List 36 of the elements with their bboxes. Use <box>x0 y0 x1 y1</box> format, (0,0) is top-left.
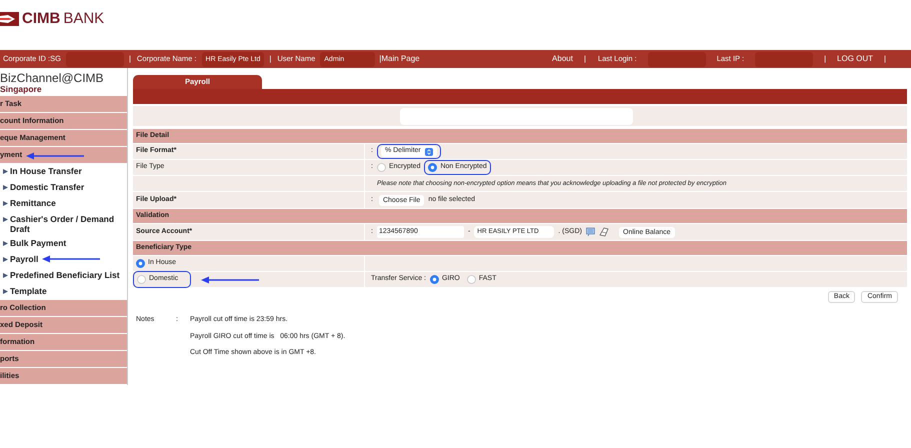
bullet-icon <box>3 185 8 190</box>
lookup-icon[interactable] <box>586 227 596 237</box>
bullet-icon <box>3 257 8 262</box>
dropdown-caret-icon <box>424 148 433 156</box>
eraser-icon[interactable] <box>599 227 610 237</box>
sidebar-subtitle: Singapore <box>0 84 43 94</box>
sidebar-link[interactable]: Bulk Payment <box>10 238 66 248</box>
redaction-bar <box>755 52 814 66</box>
radio-button[interactable] <box>137 275 146 284</box>
logo-suffix: BANK <box>63 8 104 29</box>
redaction-bar <box>648 52 706 66</box>
logo-icon <box>0 11 19 27</box>
sidebar-link[interactable]: Remittance <box>10 198 56 208</box>
redaction-bar <box>66 52 124 66</box>
radio-button[interactable] <box>136 259 145 268</box>
bullet-icon <box>3 289 8 294</box>
logo-brand: CIMB <box>22 8 60 29</box>
radio-button[interactable] <box>376 163 386 172</box>
sidebar-title: BizChannel@CIMB <box>0 72 105 84</box>
bullet-icon <box>3 169 8 174</box>
radio-button[interactable] <box>430 275 439 284</box>
radio-button[interactable] <box>428 163 438 172</box>
bullet-icon <box>3 201 8 206</box>
header-link[interactable]: About <box>552 53 573 65</box>
header-link[interactable]: LOG OUT <box>837 53 874 65</box>
sidebar-link[interactable]: Domestic Transfer <box>10 182 84 192</box>
sidebar-link[interactable]: Cashier's Order / Demand Draft <box>10 214 127 234</box>
bullet-icon <box>3 273 8 278</box>
bullet-icon <box>3 241 8 246</box>
sidebar-link[interactable]: Template <box>10 286 47 296</box>
radio-button[interactable] <box>466 275 476 284</box>
bullet-icon <box>3 217 8 222</box>
sidebar-link[interactable]: In House Transfer <box>10 166 82 176</box>
header-link[interactable]: |Main Page <box>379 53 420 65</box>
sidebar-link[interactable]: Payroll <box>10 254 38 264</box>
sidebar-link[interactable]: Predefined Beneficiary List <box>10 270 120 280</box>
